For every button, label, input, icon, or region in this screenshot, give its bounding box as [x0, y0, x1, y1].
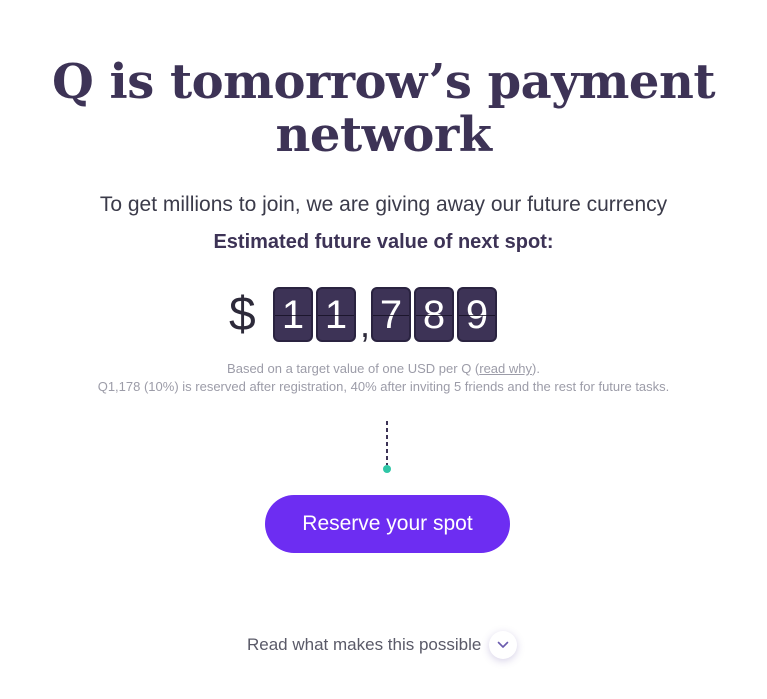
counter-digit: 1 — [273, 287, 313, 342]
footnote-line-2: Q1,178 (10%) is reserved after registrat… — [97, 379, 670, 394]
landing-page: Q is tomorrow’s payment network To get m… — [0, 0, 767, 699]
counter-digit: 9 — [457, 287, 497, 342]
title-line-2: network — [275, 107, 493, 163]
reserve-spot-button[interactable]: Reserve your spot — [265, 495, 510, 553]
dashed-connector — [386, 421, 388, 465]
page-title: Q is tomorrow’s payment network — [0, 56, 767, 162]
currency-symbol: $ — [229, 288, 256, 341]
read-more-label: Read what makes this possible — [247, 635, 482, 654]
title-line-1: Q is tomorrow’s payment — [51, 54, 716, 110]
read-more-link[interactable]: Read what makes this possible — [247, 630, 518, 660]
thousands-separator: , — [359, 304, 370, 345]
connector-dot — [383, 465, 391, 473]
footnote-text-end: ). — [532, 361, 540, 376]
counter-digit: 1 — [316, 287, 356, 342]
counter-digit: 8 — [414, 287, 454, 342]
estimate-label: Estimated future value of next spot: — [213, 231, 554, 253]
subtitle: To get millions to join, we are giving a… — [99, 193, 668, 216]
counter-digit: 7 — [371, 287, 411, 342]
chevron-down-icon[interactable] — [489, 631, 518, 659]
read-why-link[interactable]: read why — [479, 361, 532, 376]
footnote-line-1: Based on a target value of one USD per Q… — [0, 361, 767, 376]
footnote-text: Based on a target value of one USD per Q… — [227, 361, 480, 376]
value-counter: $ 1 1 , 7 8 9 — [229, 287, 500, 345]
